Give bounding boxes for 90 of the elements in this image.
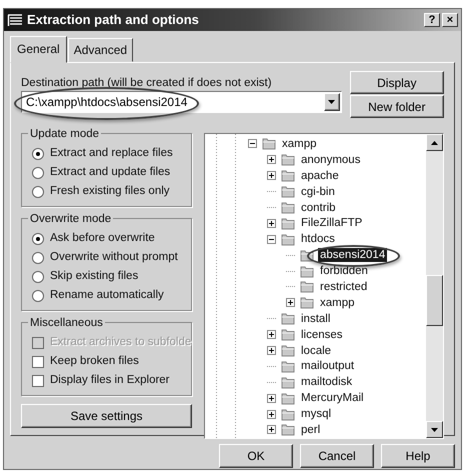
folder-icon bbox=[281, 392, 295, 405]
radio-button[interactable] bbox=[32, 232, 44, 244]
button[interactable]: Cancel bbox=[300, 444, 374, 468]
expand-icon[interactable] bbox=[267, 218, 276, 228]
tree-item[interactable]: MercuryMail bbox=[299, 391, 366, 406]
tree-item[interactable]: licenses bbox=[299, 328, 345, 342]
folder-tree[interactable]: xampp anonymous apache cgi-bin contrib FileZillaFTP htdocs absensi2014 forbidden restricted xampp install licenses locale mailoutput mailtodisk MercuryMail mysql perl bbox=[204, 133, 444, 439]
collapse-icon[interactable] bbox=[248, 139, 257, 148]
folder-icon bbox=[300, 264, 314, 278]
tree-item[interactable]: mysql bbox=[299, 407, 334, 422]
collapse-icon[interactable] bbox=[267, 234, 276, 244]
tree-item[interactable]: mailtodisk bbox=[299, 375, 354, 390]
button[interactable]: Help bbox=[381, 444, 455, 468]
expand-icon[interactable] bbox=[267, 330, 276, 340]
tree-item[interactable]: restricted bbox=[318, 280, 370, 294]
app-icon bbox=[7, 13, 23, 27]
expand-icon[interactable] bbox=[286, 298, 295, 308]
radio-button[interactable] bbox=[32, 270, 44, 282]
expand-icon[interactable] bbox=[267, 425, 276, 434]
folder-icon bbox=[281, 216, 295, 230]
help-button[interactable]: ? bbox=[424, 13, 440, 27]
tree-item[interactable]: cgi-bin bbox=[299, 184, 337, 199]
radio-button[interactable] bbox=[32, 252, 44, 264]
scrollbar[interactable] bbox=[426, 134, 443, 438]
checkbox[interactable] bbox=[32, 374, 44, 386]
folder-icon bbox=[281, 328, 295, 342]
tree-item[interactable]: forbidden bbox=[318, 264, 370, 278]
close-button[interactable]: × bbox=[442, 13, 458, 27]
tab[interactable]: General bbox=[10, 36, 67, 63]
folder-icon bbox=[281, 153, 295, 166]
tree-item[interactable]: apache bbox=[299, 168, 341, 183]
folder-icon bbox=[281, 360, 295, 373]
button[interactable]: Display bbox=[350, 71, 444, 94]
up-arrow-icon bbox=[431, 140, 438, 144]
tree-item[interactable]: absensi2014 bbox=[318, 248, 388, 262]
expand-icon[interactable] bbox=[267, 410, 276, 419]
folder-icon bbox=[300, 296, 314, 310]
radio-button[interactable] bbox=[32, 186, 44, 198]
radio-button[interactable] bbox=[32, 148, 44, 160]
tree-item[interactable]: perl bbox=[299, 422, 322, 437]
scroll-down-button[interactable] bbox=[426, 421, 443, 438]
option-label: Display files in Explorer bbox=[50, 372, 170, 388]
radio-button[interactable] bbox=[32, 166, 44, 178]
expand-icon[interactable] bbox=[267, 346, 276, 356]
tree-item[interactable]: contrib bbox=[299, 200, 338, 214]
checkbox[interactable] bbox=[32, 356, 44, 368]
tree-item[interactable]: FileZillaFTP bbox=[299, 216, 364, 230]
tree-item[interactable]: xampp bbox=[280, 136, 319, 151]
tree-item[interactable]: htdocs bbox=[299, 232, 337, 246]
expand-icon[interactable] bbox=[267, 394, 276, 403]
scroll-thumb[interactable] bbox=[426, 275, 443, 326]
option-label: Keep broken files bbox=[50, 354, 139, 369]
option-label: Skip existing files bbox=[50, 268, 138, 284]
button[interactable]: New folder bbox=[350, 95, 444, 118]
tab[interactable]: Advanced bbox=[68, 38, 134, 62]
tree-item[interactable]: locale bbox=[299, 344, 334, 358]
option-label: Extract and update files bbox=[50, 164, 170, 180]
expand-icon[interactable] bbox=[267, 171, 276, 180]
down-arrow-icon bbox=[431, 428, 438, 432]
folder-icon bbox=[281, 312, 295, 326]
option-label: Extract archives to subfolde bbox=[50, 334, 192, 350]
folder-icon bbox=[281, 201, 295, 214]
radio-button[interactable] bbox=[32, 290, 44, 302]
window-title: Extraction path and options bbox=[27, 11, 200, 30]
button[interactable]: OK bbox=[219, 444, 293, 468]
tree-item[interactable]: anonymous bbox=[299, 152, 362, 167]
folder-icon bbox=[281, 344, 295, 358]
option-label: Rename automatically bbox=[50, 288, 164, 303]
folder-icon bbox=[300, 248, 314, 262]
folder-icon bbox=[281, 185, 295, 198]
dropdown-button[interactable] bbox=[324, 93, 340, 111]
save-settings-button[interactable]: Save settings bbox=[21, 404, 192, 428]
caret-icon bbox=[328, 100, 336, 104]
tree-item[interactable]: mailoutput bbox=[299, 359, 356, 374]
folder-icon bbox=[281, 376, 295, 389]
option-label: Extract and replace files bbox=[50, 146, 173, 161]
tree-item[interactable]: xampp bbox=[318, 296, 357, 310]
folder-icon bbox=[300, 280, 314, 294]
folder-icon bbox=[281, 423, 295, 436]
option-label: Ask before overwrite bbox=[50, 230, 155, 246]
field-label: Destination path (will be created if does not exist) bbox=[21, 76, 273, 91]
expand-icon[interactable] bbox=[267, 155, 276, 164]
scroll-up-button[interactable] bbox=[426, 134, 443, 151]
option-label: Fresh existing files only bbox=[50, 184, 170, 199]
folder-icon bbox=[281, 232, 295, 246]
tree-item[interactable]: install bbox=[299, 312, 332, 326]
folder-icon bbox=[262, 137, 276, 150]
folder-icon bbox=[281, 408, 295, 421]
folder-icon bbox=[281, 169, 295, 182]
option-label: Overwrite without prompt bbox=[50, 250, 178, 265]
